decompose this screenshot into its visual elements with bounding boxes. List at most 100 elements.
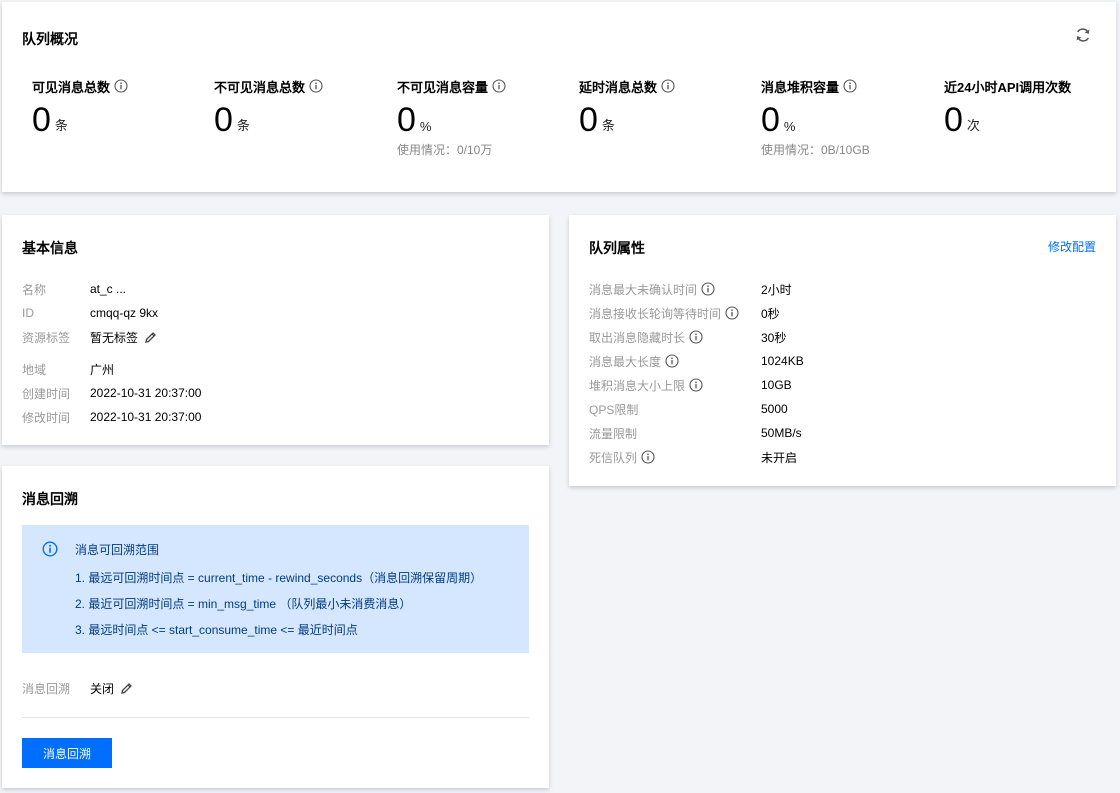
stat-label: 不可见消息容量 bbox=[397, 77, 506, 95]
attribute-key: 堆积消息大小上限 bbox=[589, 377, 761, 394]
notice-title: 消息可回溯范围 bbox=[75, 543, 160, 557]
attribute-value: 5000 bbox=[761, 402, 788, 416]
stat-number: 0 bbox=[397, 101, 416, 139]
stat-unit: 次 bbox=[966, 118, 980, 133]
attribute-key-text: 堆积消息大小上限 bbox=[589, 378, 686, 393]
rewind-status-wrap: 关闭 bbox=[90, 680, 133, 697]
attribute-key-text: 消息接收长轮询等待时间 bbox=[589, 306, 722, 321]
info-row-modified: 修改时间 2022-10-31 20:37:00 bbox=[22, 408, 201, 426]
stat-value: 0条 bbox=[214, 101, 323, 137]
overview-title: 队列概况 bbox=[22, 31, 78, 47]
stat-usage: 使用情况：0/10万 bbox=[397, 143, 493, 157]
notice-line: 2. 最近可回溯时间点 = min_msg_time （队列最小未消费消息） bbox=[75, 597, 412, 611]
stat-value: 0次 bbox=[944, 101, 1071, 137]
attribute-value: 50MB/s bbox=[761, 426, 802, 440]
stat-unit: 条 bbox=[236, 118, 250, 133]
pencil-icon[interactable] bbox=[120, 682, 133, 695]
info-icon[interactable] bbox=[661, 79, 675, 93]
info-icon[interactable] bbox=[309, 79, 323, 93]
stat-label: 消息堆积容量 bbox=[761, 77, 870, 95]
stat-label-text: 近24小时API调用次数 bbox=[944, 79, 1072, 95]
stat-label-text: 延时消息总数 bbox=[579, 79, 658, 95]
rewind-status-key: 消息回溯 bbox=[22, 681, 71, 696]
info-row-region: 地域 广州 bbox=[22, 360, 114, 378]
stat-value: 0条 bbox=[32, 101, 128, 137]
info-icon bbox=[42, 541, 58, 557]
attribute-key-text: 取出消息隐藏时长 bbox=[589, 330, 686, 345]
info-icon[interactable] bbox=[641, 450, 655, 464]
stat-usage: 使用情况：0B/10GB bbox=[761, 143, 870, 157]
stat-label: 延时消息总数 bbox=[579, 77, 675, 95]
info-row-created: 创建时间 2022-10-31 20:37:00 bbox=[22, 384, 201, 402]
info-icon[interactable] bbox=[843, 79, 857, 93]
stat-label-text: 不可见消息容量 bbox=[397, 79, 489, 95]
info-icon[interactable] bbox=[725, 306, 739, 320]
info-icon[interactable] bbox=[701, 282, 715, 296]
stat-value: 0条 bbox=[579, 101, 675, 137]
stat-number: 0 bbox=[579, 101, 598, 139]
stat-value: 0% bbox=[397, 101, 506, 137]
stat-number: 0 bbox=[214, 101, 233, 139]
info-key: ID bbox=[22, 306, 34, 320]
message-rewind-card: 消息回溯 消息可回溯范围 1. 最远可回溯时间点 = current_time … bbox=[2, 466, 549, 788]
info-key: 地域 bbox=[22, 362, 47, 377]
attribute-row: 死信队列 未开启 bbox=[589, 448, 797, 466]
attribute-key-text: 消息最大未确认时间 bbox=[589, 282, 698, 297]
notice-line: 3. 最远时间点 <= start_consume_time <= 最近时间点 bbox=[75, 623, 358, 637]
stat-label: 不可见消息总数 bbox=[214, 77, 323, 95]
stat-label-text: 可见消息总数 bbox=[32, 79, 111, 95]
attribute-value: 0秒 bbox=[761, 306, 780, 321]
basic-info-card: 基本信息 名称 at_c ... ID cmqq-qz 9kx 资源标签 暂无标… bbox=[2, 215, 549, 445]
rewind-notice: 消息可回溯范围 1. 最远可回溯时间点 = current_time - rew… bbox=[22, 525, 529, 653]
info-row-name: 名称 at_c ... bbox=[22, 280, 126, 298]
info-key: 名称 bbox=[22, 282, 47, 297]
info-row-id: ID cmqq-qz 9kx bbox=[22, 304, 158, 322]
stat-label: 近24小时API调用次数 bbox=[944, 77, 1071, 95]
info-key: 修改时间 bbox=[22, 410, 71, 425]
basic-info-title: 基本信息 bbox=[22, 240, 78, 256]
notice-line: 1. 最远可回溯时间点 = current_time - rewind_seco… bbox=[75, 571, 483, 585]
stat-unit: 条 bbox=[601, 118, 615, 133]
info-icon[interactable] bbox=[689, 330, 703, 344]
edit-config-link[interactable]: 修改配置 bbox=[1048, 238, 1096, 255]
stat-label-text: 不可见消息总数 bbox=[214, 79, 306, 95]
info-value: cmqq-qz 9kx bbox=[90, 306, 159, 320]
stat-block: 消息堆积容量 0% 使用情况：0B/10GB bbox=[761, 77, 870, 158]
info-key: 资源标签 bbox=[22, 330, 71, 345]
attribute-key: 消息接收长轮询等待时间 bbox=[589, 305, 761, 322]
attribute-key: 流量限制 bbox=[589, 425, 761, 442]
attribute-value: 2小时 bbox=[761, 282, 792, 297]
attribute-row: 堆积消息大小上限 10GB bbox=[589, 376, 792, 394]
rewind-button[interactable]: 消息回溯 bbox=[22, 738, 112, 768]
pencil-icon[interactable] bbox=[144, 331, 157, 344]
attribute-row: QPS限制 5000 bbox=[589, 400, 788, 418]
attribute-key-text: 死信队列 bbox=[589, 450, 638, 465]
stat-number: 0 bbox=[32, 101, 51, 139]
info-icon[interactable] bbox=[689, 378, 703, 392]
attribute-key: QPS限制 bbox=[589, 401, 761, 418]
stat-label-text: 消息堆积容量 bbox=[761, 79, 840, 95]
stat-block: 可见消息总数 0 条 bbox=[32, 77, 128, 137]
attribute-row: 消息最大长度 1024KB bbox=[589, 352, 804, 370]
stat-block: 延时消息总数 0 条 bbox=[579, 77, 675, 137]
info-value-wrap: 暂无标签 bbox=[90, 329, 157, 346]
attribute-key-text: QPS限制 bbox=[589, 402, 639, 417]
stat-label: 可见消息总数 bbox=[32, 77, 128, 95]
queue-attributes-card: 队列属性 修改配置 消息最大未确认时间 2小时消息接收长轮询等待时间 0秒取出消息隐… bbox=[569, 215, 1116, 486]
divider bbox=[22, 717, 529, 718]
info-value: 2022-10-31 20:37:00 bbox=[90, 386, 202, 400]
attributes-title: 队列属性 bbox=[589, 240, 645, 256]
attribute-row: 流量限制 50MB/s bbox=[589, 424, 802, 442]
info-icon[interactable] bbox=[114, 79, 128, 93]
refresh-icon[interactable] bbox=[1074, 26, 1092, 44]
attribute-key: 消息最大未确认时间 bbox=[589, 281, 761, 298]
info-value: 暂无标签 bbox=[90, 330, 139, 345]
stat-unit: 条 bbox=[54, 118, 68, 133]
info-icon[interactable] bbox=[492, 79, 506, 93]
stat-unit: % bbox=[419, 119, 432, 134]
info-value: 2022-10-31 20:37:00 bbox=[90, 410, 202, 424]
stat-number: 0 bbox=[761, 101, 780, 139]
queue-overview-card: 队列概况 可见消息总数 0 条不可见消息总数 0 条不可见消息容量 0% 使用情况：0/10… bbox=[2, 2, 1116, 192]
attribute-row: 消息最大未确认时间 2小时 bbox=[589, 280, 792, 298]
info-icon[interactable] bbox=[665, 354, 679, 368]
